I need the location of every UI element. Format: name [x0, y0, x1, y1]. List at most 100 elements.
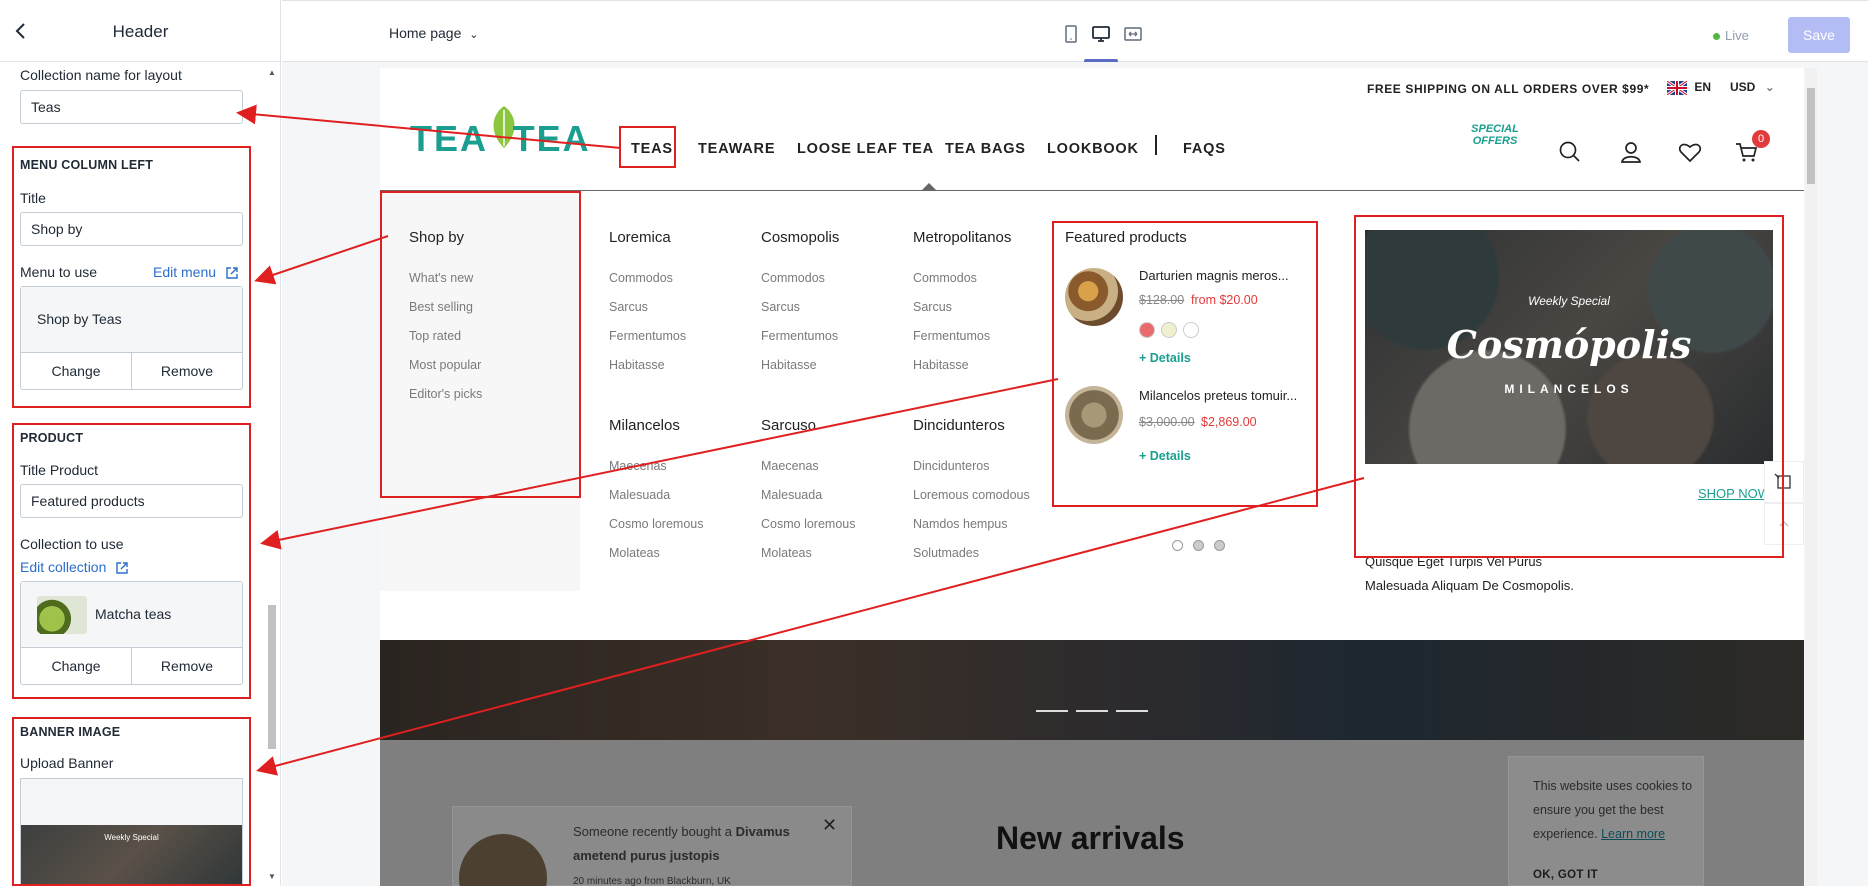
- menu-column-title[interactable]: Loremica: [609, 229, 671, 246]
- save-button[interactable]: Save: [1788, 17, 1850, 53]
- menu-card: Shop by Teas Change Remove: [20, 286, 243, 390]
- menu-column-link[interactable]: Molateas: [609, 546, 660, 560]
- fullscreen-view-icon[interactable]: [1122, 23, 1144, 45]
- wishlist-heart-icon[interactable]: [1677, 139, 1703, 165]
- shop-now-link[interactable]: SHOP NOW: [1698, 486, 1770, 501]
- sidebar-scroll-thumb[interactable]: [268, 605, 276, 749]
- menu-column-link[interactable]: Cosmo loremous: [761, 517, 855, 531]
- scroll-up-icon[interactable]: ▲: [268, 68, 276, 77]
- banner-upload-area[interactable]: Weekly Special: [20, 778, 243, 886]
- currency-selector[interactable]: USD ⌄: [1730, 80, 1775, 94]
- product-name[interactable]: Milancelos preteus tomuir...: [1139, 388, 1297, 403]
- menu-column-title[interactable]: Dincidunteros: [913, 417, 1005, 434]
- nav-loose-leaf-tea[interactable]: LOOSE LEAF TEA: [797, 141, 934, 157]
- shop-by-link[interactable]: Best selling: [409, 300, 473, 314]
- slider-indicator[interactable]: [1076, 710, 1108, 712]
- preview-scroll-thumb[interactable]: [1807, 88, 1815, 184]
- menu-column-link[interactable]: Fermentumos: [913, 329, 990, 343]
- special-offers-badge[interactable]: SPECIAL OFFERS: [1465, 123, 1525, 167]
- menu-column-link[interactable]: Dincidunteros: [913, 459, 989, 473]
- menu-column-title[interactable]: Metropolitanos: [913, 229, 1011, 246]
- color-swatch-white[interactable]: [1183, 322, 1199, 338]
- side-tool-compare[interactable]: [1764, 461, 1804, 503]
- menu-card-body: Shop by Teas: [21, 287, 242, 353]
- chevron-down-icon: ⌄: [1764, 80, 1775, 94]
- menu-column-link[interactable]: Namdos hempus: [913, 517, 1008, 531]
- title-product-input[interactable]: Featured products: [20, 484, 243, 518]
- mega-menu-banner[interactable]: Weekly Special Cosmópolis MILANCELOS: [1365, 230, 1773, 464]
- details-label: Details: [1149, 449, 1191, 463]
- slider-indicator[interactable]: [1036, 710, 1068, 712]
- search-icon[interactable]: [1557, 139, 1583, 165]
- menu-column-link[interactable]: Commodos: [761, 271, 825, 285]
- edit-menu-link[interactable]: Edit menu: [153, 264, 238, 280]
- page-selector[interactable]: Home page ⌄: [389, 25, 479, 41]
- nav-lookbook[interactable]: LOOKBOOK: [1047, 141, 1139, 157]
- menu-column-link[interactable]: Maecenas: [761, 459, 819, 473]
- color-swatch-cream[interactable]: [1161, 322, 1177, 338]
- account-icon[interactable]: [1618, 139, 1644, 165]
- product-name[interactable]: Darturien magnis meros...: [1139, 268, 1289, 283]
- menu-column-link[interactable]: Malesuada: [609, 488, 670, 502]
- scroll-down-icon[interactable]: ▼: [268, 872, 276, 881]
- close-icon[interactable]: ✕: [822, 815, 837, 836]
- menu-column-link[interactable]: Sarcus: [761, 300, 800, 314]
- menu-column-link[interactable]: Habitasse: [913, 358, 969, 372]
- uk-flag-icon: [1666, 79, 1688, 97]
- menu-column-link[interactable]: Maecenas: [609, 459, 667, 473]
- menu-column-link[interactable]: Fermentumos: [761, 329, 838, 343]
- menu-column-link[interactable]: Malesuada: [761, 488, 822, 502]
- menu-column-link[interactable]: Sarcus: [913, 300, 952, 314]
- shop-by-link[interactable]: Top rated: [409, 329, 461, 343]
- nav-teaware[interactable]: TEAWARE: [698, 141, 775, 157]
- menu-column-link[interactable]: Habitasse: [609, 358, 665, 372]
- banner-thumb-caption: Weekly Special: [104, 833, 159, 842]
- nav-faqs[interactable]: FAQS: [1183, 141, 1226, 157]
- collection-layout-input[interactable]: Teas: [20, 90, 243, 124]
- menu-title-label: Title: [20, 190, 46, 206]
- collection-remove-button[interactable]: Remove: [131, 648, 242, 684]
- menu-column-title[interactable]: Milancelos: [609, 417, 680, 434]
- language-selector[interactable]: EN: [1666, 79, 1711, 97]
- preview-scrollbar[interactable]: [1805, 68, 1817, 886]
- menu-column-link[interactable]: Commodos: [913, 271, 977, 285]
- menu-column-link[interactable]: Loremous comodous: [913, 488, 1030, 502]
- menu-column-link[interactable]: Commodos: [609, 271, 673, 285]
- mobile-view-icon[interactable]: [1060, 23, 1082, 45]
- learn-more-link[interactable]: Learn more: [1601, 827, 1665, 841]
- menu-column-link[interactable]: Solutmades: [913, 546, 979, 560]
- product-image[interactable]: [1065, 268, 1123, 326]
- shop-by-link[interactable]: Editor's picks: [409, 387, 482, 401]
- nav-tea-bags[interactable]: TEA BAGS: [945, 141, 1026, 157]
- side-tool-back-to-top[interactable]: [1764, 503, 1804, 545]
- collection-change-button[interactable]: Change: [21, 648, 131, 684]
- slider-indicator[interactable]: [1116, 710, 1148, 712]
- color-swatch-red[interactable]: [1139, 322, 1155, 338]
- product-image[interactable]: [1065, 386, 1123, 444]
- carousel-dot[interactable]: [1214, 540, 1225, 551]
- menu-column-title[interactable]: Sarcuso: [761, 417, 816, 434]
- menu-column-link[interactable]: Molateas: [761, 546, 812, 560]
- product-details-link[interactable]: + Details: [1139, 351, 1191, 365]
- menu-change-button[interactable]: Change: [21, 353, 131, 389]
- store-logo[interactable]: TEA TEA: [410, 102, 598, 162]
- menu-column-link[interactable]: Fermentumos: [609, 329, 686, 343]
- menu-column-link[interactable]: Cosmo loremous: [609, 517, 703, 531]
- carousel-dot[interactable]: [1172, 540, 1183, 551]
- product-details-link[interactable]: + Details: [1139, 449, 1191, 463]
- nav-teas[interactable]: TEAS: [631, 141, 673, 157]
- sidebar-scrollbar[interactable]: ▲ ▼: [265, 62, 279, 886]
- shop-by-link[interactable]: What's new: [409, 271, 473, 285]
- menu-column-link[interactable]: Habitasse: [761, 358, 817, 372]
- shop-by-link[interactable]: Most popular: [409, 358, 481, 372]
- menu-remove-button[interactable]: Remove: [131, 353, 242, 389]
- desktop-view-icon[interactable]: [1090, 23, 1112, 45]
- collection-layout-label: Collection name for layout: [20, 67, 182, 83]
- sidebar-title: Header: [112, 22, 169, 41]
- menu-title-input[interactable]: Shop by: [20, 212, 243, 246]
- carousel-dot-active[interactable]: [1193, 540, 1204, 551]
- edit-collection-link[interactable]: Edit collection: [20, 559, 128, 575]
- menu-column-link[interactable]: Sarcus: [609, 300, 648, 314]
- cookie-accept-button[interactable]: OK, GOT IT: [1533, 869, 1598, 881]
- menu-column-title[interactable]: Cosmopolis: [761, 229, 839, 246]
